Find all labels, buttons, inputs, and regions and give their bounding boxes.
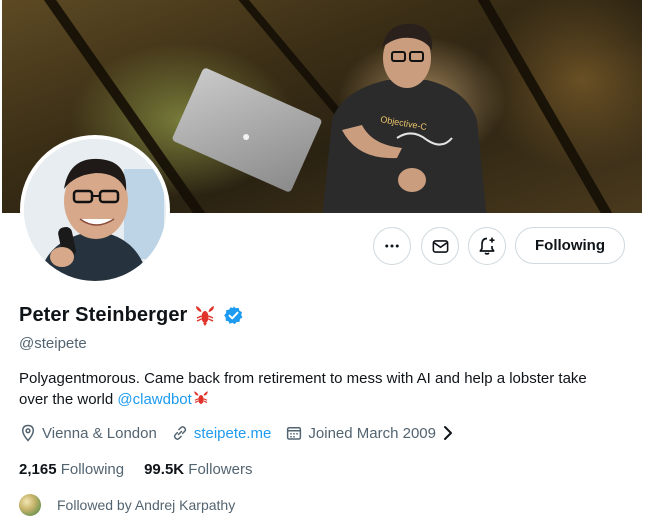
calendar-icon (287, 427, 302, 440)
more-button[interactable] (373, 227, 411, 265)
joined-item: Joined March 2009 (285, 424, 455, 442)
bio-text: Polyagentmorous. Came back from retireme… (19, 370, 587, 408)
profile-avatar[interactable] (20, 135, 170, 285)
avatar-photo (24, 139, 166, 281)
bio-mention-link[interactable]: @clawdbot (117, 391, 191, 408)
website-link[interactable]: steipete.me (194, 425, 272, 442)
banner-speaker: Objective-C (322, 23, 487, 213)
following-button[interactable]: Following (515, 227, 625, 264)
website-item[interactable]: steipete.me (171, 424, 272, 442)
apple-logo-icon: ● (242, 128, 251, 144)
joined-text: Joined March 2009 (308, 424, 436, 442)
profile-name-row: Peter Steinberger (19, 303, 244, 327)
profile-handle: @steipete (19, 335, 87, 352)
message-button[interactable] (421, 227, 459, 265)
followers-label: Followers (188, 461, 253, 478)
followed-by-row[interactable]: Followed by Andrej Karpathy (19, 494, 235, 516)
verified-badge-icon[interactable] (223, 305, 244, 326)
banner-beam (472, 0, 622, 213)
bell-plus-icon (479, 237, 495, 255)
location-item: Vienna & London (19, 424, 157, 442)
follower-avatar (19, 494, 41, 516)
lobster-emoji-icon (194, 391, 208, 404)
chevron-right-icon[interactable] (441, 425, 455, 441)
following-count-link[interactable]: 2,165 Following (19, 461, 124, 478)
profile-stats: 2,165 Following 99.5K Followers (19, 461, 252, 478)
followers-count: 99.5K (144, 461, 185, 478)
following-count: 2,165 (19, 461, 57, 478)
profile-name: Peter Steinberger (19, 303, 188, 326)
location-pin-icon (21, 424, 35, 442)
following-label: Following (60, 461, 125, 478)
envelope-icon (432, 239, 448, 253)
profile-bio: Polyagentmorous. Came back from retireme… (19, 368, 619, 410)
more-icon (385, 244, 399, 248)
profile-meta: Vienna & London steipete.me Joined March… (19, 424, 469, 442)
notifications-button[interactable] (468, 227, 506, 265)
followed-by-text: Followed by Andrej Karpathy (57, 497, 236, 513)
link-icon (173, 426, 187, 440)
lobster-emoji-icon (196, 306, 215, 326)
location-text: Vienna & London (42, 424, 157, 442)
followers-count-link[interactable]: 99.5K Followers (144, 461, 252, 478)
